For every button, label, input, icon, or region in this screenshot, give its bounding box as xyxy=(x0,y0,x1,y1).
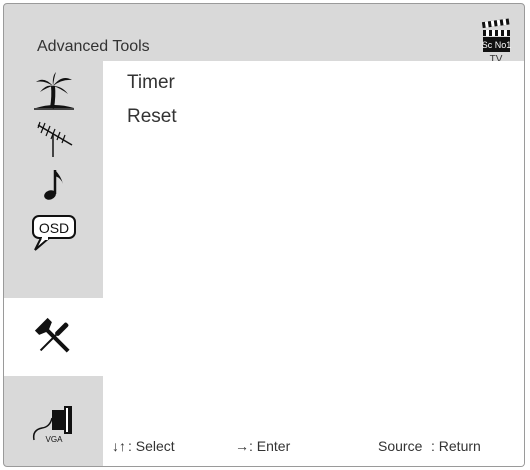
select-hint-label: : Select xyxy=(128,438,175,454)
palm-tree-icon xyxy=(33,72,74,110)
osd-menu-window: Advanced Tools Sc No1 TV OSD VGA Timer R… xyxy=(3,3,525,467)
page-title: Advanced Tools xyxy=(37,38,150,55)
vga-label: VGA xyxy=(45,435,63,444)
clapperboard-icon: Sc No1 xyxy=(482,18,512,52)
enter-hint-key: → xyxy=(235,438,249,454)
sidebar-item-advanced-tools[interactable] xyxy=(4,298,103,376)
osd-bubble-label: OSD xyxy=(38,220,68,236)
osd-bubble-icon: OSD xyxy=(31,215,76,251)
menu-content-panel: Timer Reset ↓↑ : Select → : Enter Source… xyxy=(103,61,524,466)
antenna-icon xyxy=(36,121,72,157)
return-hint-key: Source xyxy=(378,438,423,454)
sidebar-item-picture[interactable] xyxy=(4,66,103,114)
sidebar-item-channel[interactable] xyxy=(4,118,103,160)
sidebar-item-sound[interactable] xyxy=(4,164,103,204)
sidebar-item-vga-source[interactable]: VGA xyxy=(4,398,103,448)
menu-item-timer[interactable]: Timer xyxy=(127,72,175,94)
return-hint-label: : Return xyxy=(431,438,481,454)
menu-item-reset[interactable]: Reset xyxy=(127,106,177,128)
sidebar-item-osd[interactable]: OSD xyxy=(4,210,103,256)
source-badge-label: Sc No1 xyxy=(482,40,512,50)
music-note-icon xyxy=(43,170,63,200)
vga-cable-icon: VGA xyxy=(32,406,72,444)
tools-icon xyxy=(34,317,70,353)
key-hints-bar: ↓↑ : Select → : Enter Source : Return xyxy=(103,438,524,458)
enter-hint-label: : Enter xyxy=(249,438,291,454)
select-hint-keys: ↓↑ xyxy=(112,438,126,454)
